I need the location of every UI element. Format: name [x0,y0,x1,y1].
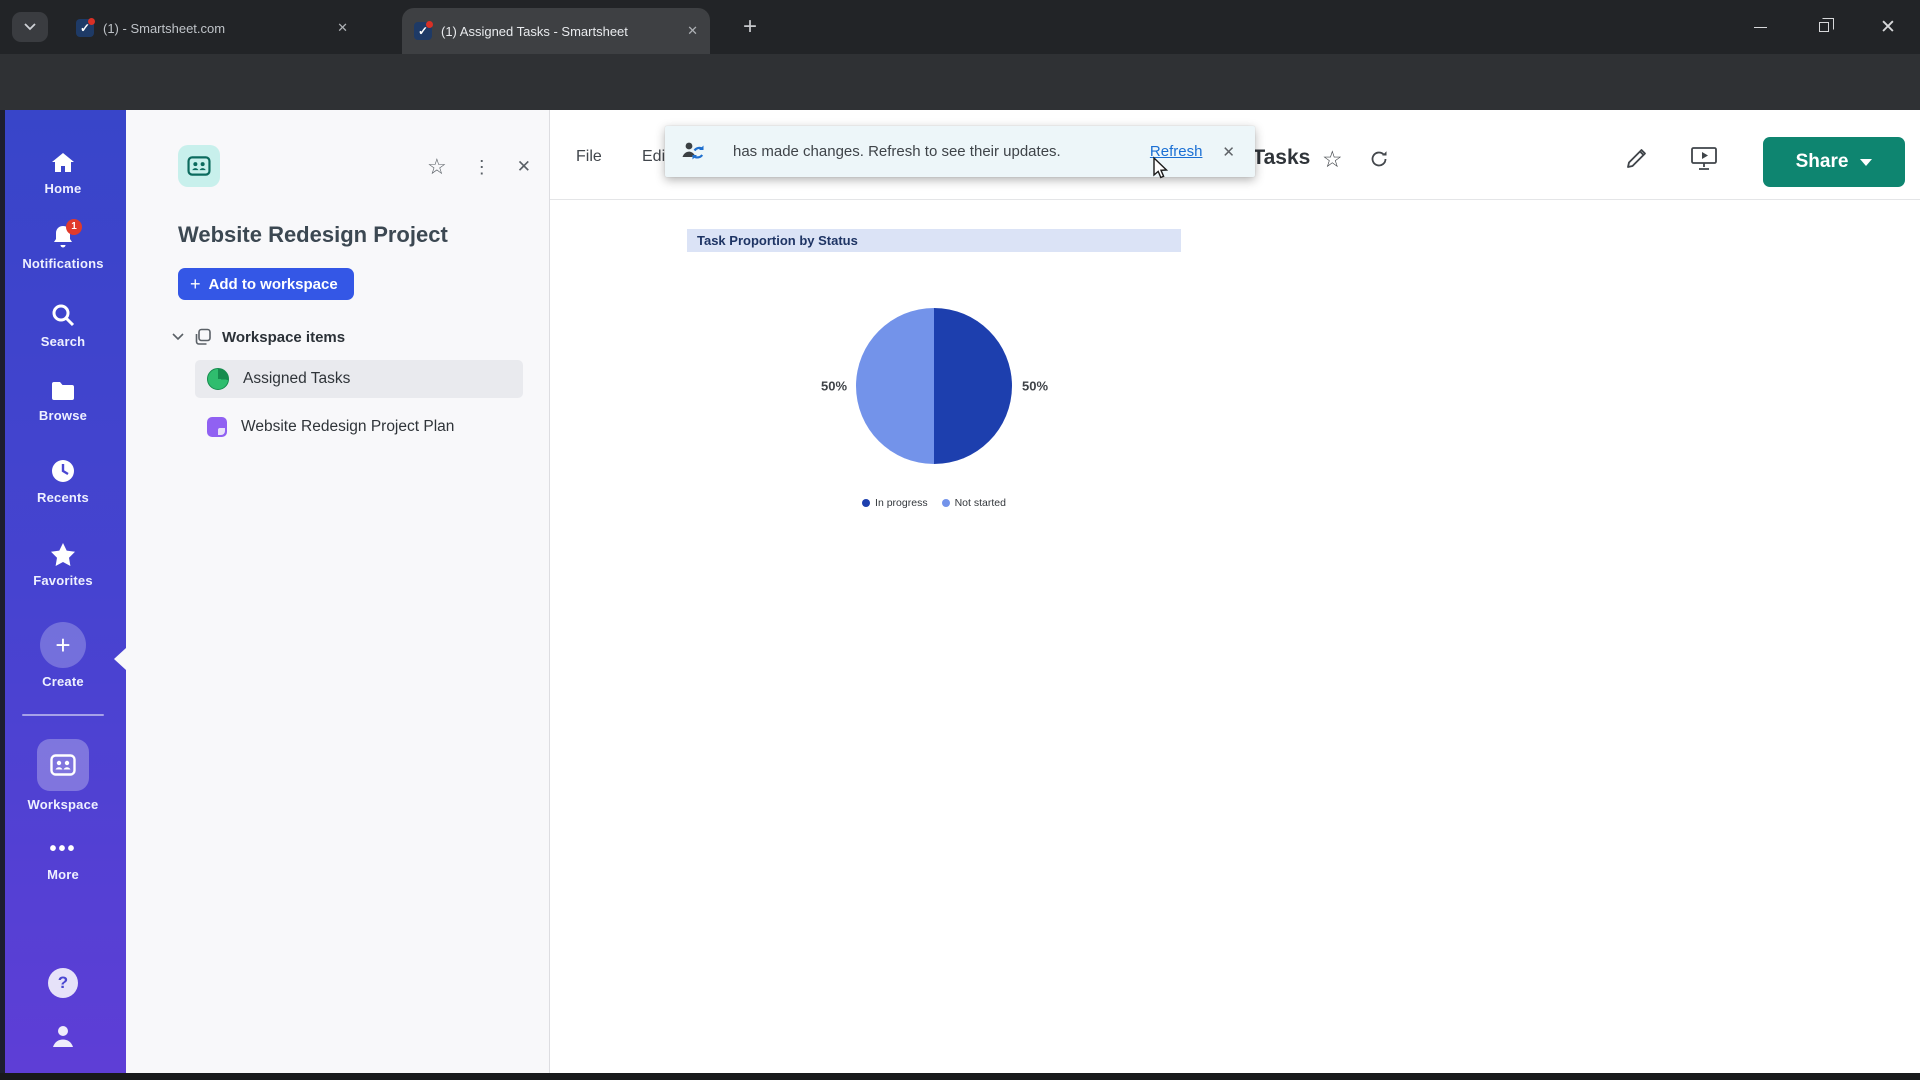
folder-icon [52,382,74,400]
sheet-icon [207,417,227,437]
chart-title: Task Proportion by Status [687,229,1181,252]
dashboard-main: File Edit Assigned Tasks ☆ Share Task Pr… [550,110,1920,1073]
legend-dot-in-progress [862,499,871,507]
add-to-workspace-button[interactable]: + Add to workspace [178,268,354,300]
panel-title: Website Redesign Project [178,222,448,247]
sidebar-item-browse[interactable]: Browse [0,380,126,423]
workspace-items-section[interactable]: Workspace items [172,328,345,346]
close-panel-icon[interactable]: ✕ [517,157,531,177]
panel-pointer-notch [114,648,126,670]
edit-pencil-icon[interactable] [1624,145,1650,171]
sidebar-item-home[interactable]: Home [0,151,126,196]
favorite-star-icon[interactable]: ☆ [1322,146,1343,173]
sidebar-help-button[interactable]: ? [0,968,126,998]
toast-refresh-link[interactable]: Refresh [1150,143,1203,160]
collaborators-sync-icon [682,142,704,159]
browser-toolbar: app.smartsheet.com/dashboards/CfWgV8vQhj… [0,54,1920,160]
toast-message: has made changes. Refresh to see their u… [733,143,1061,160]
list-item-project-plan[interactable]: Website Redesign Project Plan [195,408,523,446]
smartsheet-favicon: ✓ [76,18,95,37]
window-restore-button[interactable] [1796,0,1852,54]
workspace-icon [50,754,76,776]
pie [856,308,1012,464]
favorite-star-icon[interactable]: ☆ [427,154,447,180]
menu-file[interactable]: File [576,148,602,166]
sidebar-item-create[interactable]: + Create [0,622,126,689]
tab-close-icon[interactable]: ✕ [687,23,698,39]
sidebar-divider [22,714,104,716]
tab-smartsheet-home[interactable]: ✓ (1) - Smartsheet.com ✕ [64,10,360,46]
chevron-down-icon [24,23,36,31]
workspace-panel: ☆ ⋮ ✕ Website Redesign Project + Add to … [126,110,550,1073]
section-title: Workspace items [222,328,346,346]
chart-legend: In progress Not started [838,497,1030,509]
toast-close-icon[interactable]: ✕ [1222,143,1235,161]
window-minimize-button[interactable] [1732,0,1788,54]
window-close-button[interactable]: ✕ [1860,0,1916,54]
browser-tab-bar: ✓ (1) - Smartsheet.com ✕ ✓ (1) Assigned … [0,0,1920,54]
workspace-card-icon [187,156,211,176]
smartsheet-favicon: ✓ [414,21,433,40]
star-icon [51,543,75,566]
new-tab-button[interactable]: + [736,14,764,42]
sidebar-item-workspace[interactable]: Workspace [0,739,126,812]
window-left-edge [0,110,5,1073]
caret-down-icon [1860,158,1873,166]
sidebar-account-button[interactable] [0,1022,126,1050]
taskbar-edge [0,1073,1920,1080]
pie-label-right: 50% [1021,378,1049,394]
search-icon [52,304,75,327]
refresh-icon[interactable] [1368,148,1390,170]
clock-icon [52,460,74,482]
pie-label-left: 50% [820,378,848,394]
share-button[interactable]: Share [1763,137,1905,187]
person-icon [53,1026,73,1047]
sidebar-item-notifications[interactable]: 1 Notifications [0,219,126,271]
present-icon[interactable] [1690,146,1718,171]
stacked-items-icon [195,328,211,345]
tab-search-button[interactable] [12,12,48,42]
legend-entry: Not started [941,497,1006,509]
notification-badge: 1 [66,219,82,235]
tab-assigned-tasks[interactable]: ✓ (1) Assigned Tasks - Smartsheet ✕ [402,8,710,54]
plus-circle-icon: + [40,622,86,668]
sidebar-item-search[interactable]: Search [0,302,126,349]
sidebar-item-recents[interactable]: Recents [0,458,126,505]
legend-entry: In progress [862,497,928,509]
tab-close-icon[interactable]: ✕ [337,20,348,36]
tab-title: (1) - Smartsheet.com [103,20,226,36]
workspace-app-icon[interactable] [178,145,220,187]
sidebar-item-favorites[interactable]: Favorites [0,542,126,588]
sidebar-item-more[interactable]: ••• More [0,838,126,882]
list-item-assigned-tasks[interactable]: Assigned Tasks [195,360,523,398]
chevron-down-icon [172,333,184,341]
kebab-menu-icon[interactable]: ⋮ [473,157,491,178]
home-icon [52,153,74,172]
legend-dot-not-started [941,499,950,507]
app-sidebar: Home 1 Notifications Search Browse Recen… [0,110,126,1073]
ellipsis-icon: ••• [49,838,77,860]
plus-icon: + [190,273,201,294]
refresh-toast: has made changes. Refresh to see their u… [665,126,1255,177]
tab-title: (1) Assigned Tasks - Smartsheet [441,23,628,39]
dashboard-pie-icon [207,368,229,390]
help-icon: ? [48,968,78,998]
